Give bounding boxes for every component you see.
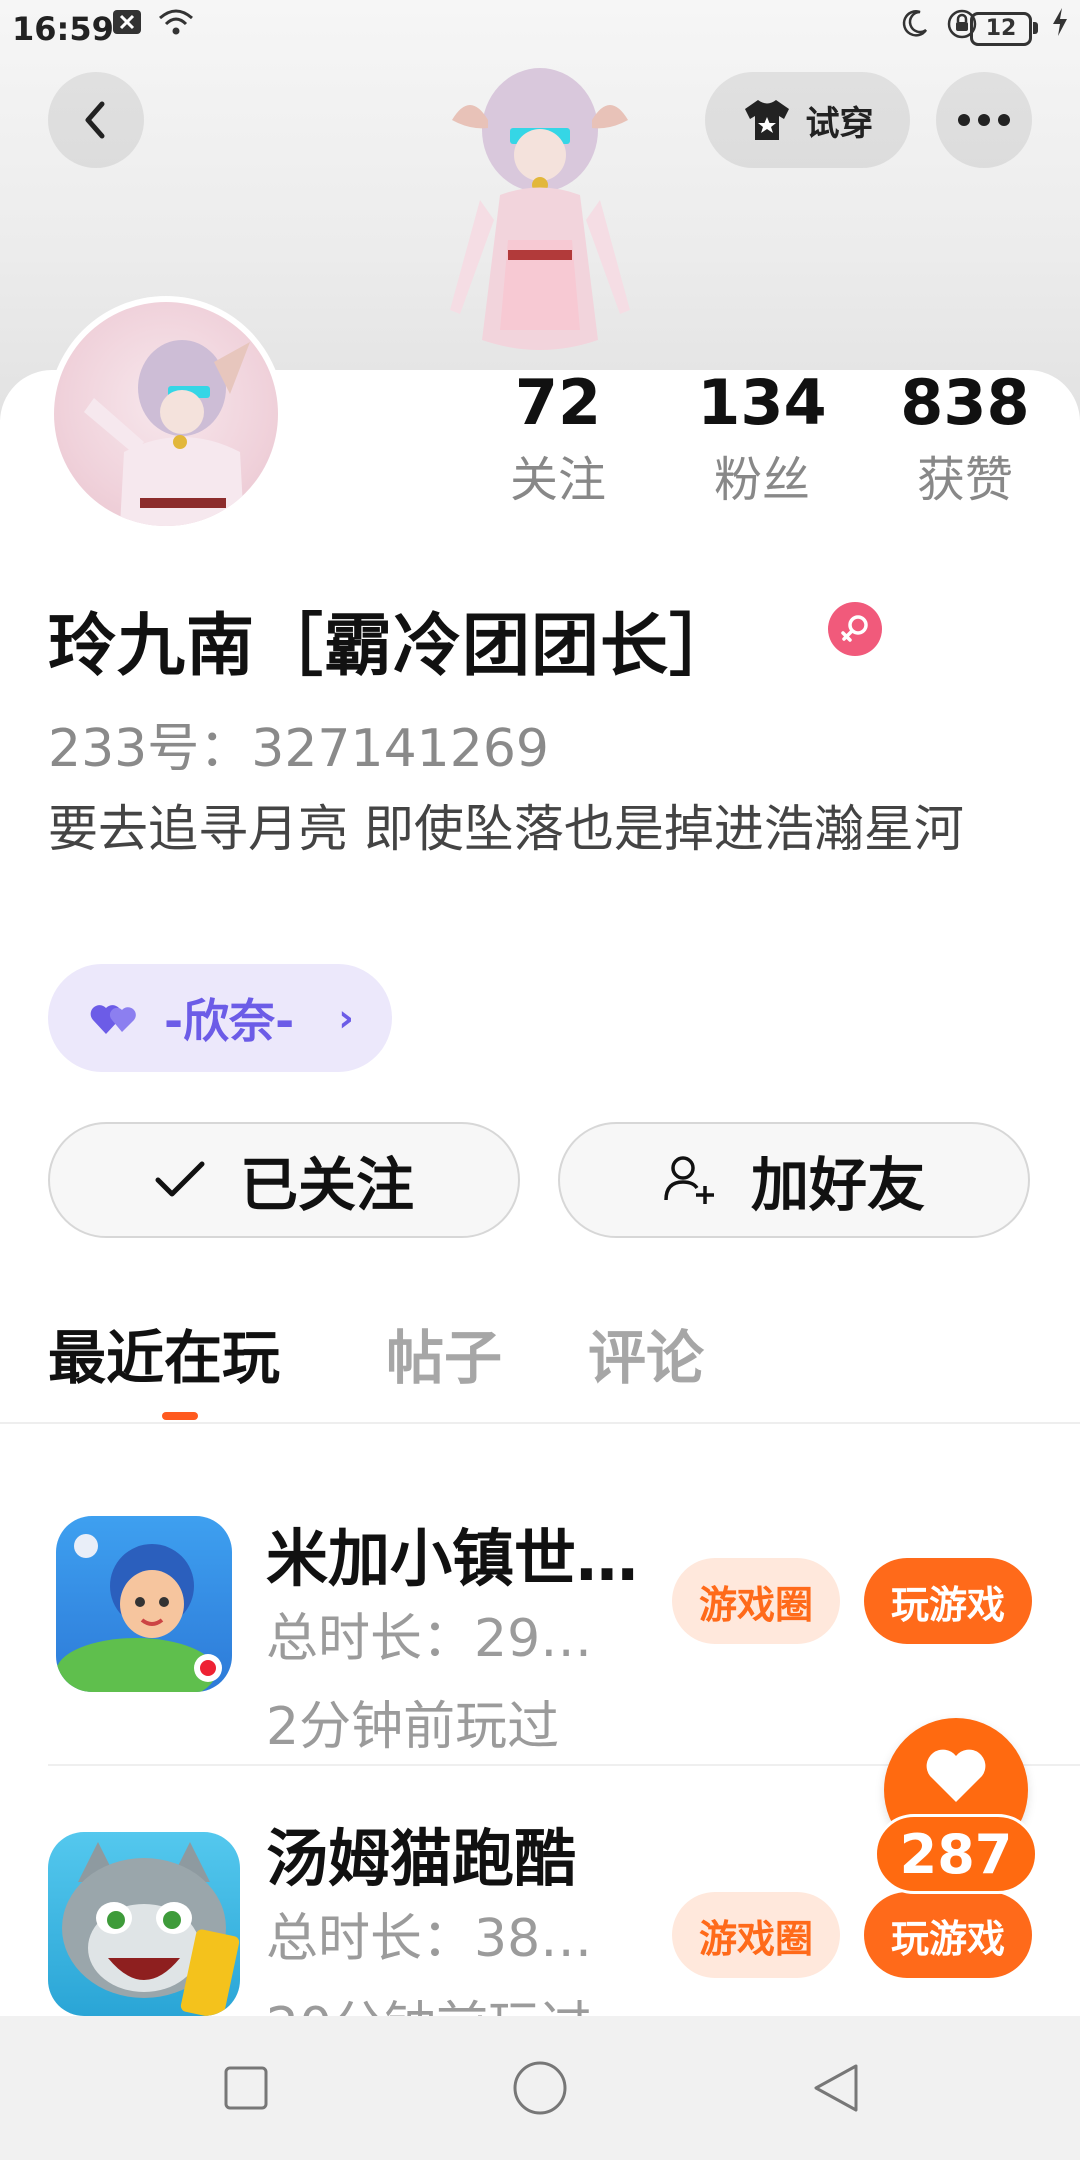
game-icon-miga xyxy=(56,1516,232,1692)
cp-tag-button[interactable]: -欣奈- › xyxy=(48,964,392,1072)
stat-fans[interactable]: 134 粉丝 xyxy=(682,365,842,513)
tab-recently-played[interactable]: 最近在玩 xyxy=(48,1318,280,1398)
chevron-right-icon: › xyxy=(338,996,354,1040)
add-user-icon xyxy=(664,1156,714,1204)
tab-comments[interactable]: 评论 xyxy=(588,1318,704,1398)
system-nav-bar xyxy=(0,2016,1080,2160)
game-duration: 总时长：29… xyxy=(266,1609,593,1669)
game-last-played: 20分钟前玩过 xyxy=(266,1984,592,2016)
back-button[interactable] xyxy=(48,72,144,168)
status-time: 16:59 xyxy=(12,10,114,48)
nav-recents-button[interactable] xyxy=(216,2058,276,2118)
more-button[interactable] xyxy=(936,72,1032,168)
circle-icon xyxy=(513,2061,567,2115)
triangle-back-icon xyxy=(814,2064,858,2112)
moon-icon xyxy=(900,8,930,46)
game-duration: 总时长：38… xyxy=(266,1909,593,1969)
check-icon xyxy=(155,1161,205,1197)
charging-icon xyxy=(1050,6,1070,46)
cp-tag-label: -欣奈- xyxy=(164,994,295,1048)
game-circle-button[interactable]: 游戏圈 xyxy=(672,1558,840,1644)
wifi-icon xyxy=(158,8,194,44)
stat-following[interactable]: 72 关注 xyxy=(478,365,638,513)
stat-likes-value: 838 xyxy=(900,366,1030,439)
add-friend-label: 加好友 xyxy=(750,1151,925,1219)
play-game-button[interactable]: 玩游戏 xyxy=(864,1892,1032,1978)
avatar-image xyxy=(84,340,250,526)
female-icon xyxy=(828,602,882,656)
game-last-played: 2分钟前玩过 xyxy=(266,1697,560,1757)
nav-home-button[interactable] xyxy=(510,2058,570,2118)
list-item[interactable]: 米加小镇世… 总时长：29… 2分钟前玩过 游戏圈 玩游戏 xyxy=(0,1440,1080,1757)
double-heart-icon xyxy=(90,1005,136,1034)
stat-likes[interactable]: 838 获赞 xyxy=(885,365,1045,513)
tab-posts[interactable]: 帖子 xyxy=(386,1318,502,1398)
add-friend-button[interactable]: 加好友 xyxy=(558,1122,1030,1238)
character-figure xyxy=(450,68,630,350)
tabs-divider xyxy=(0,1422,1080,1424)
game-title: 米加小镇世… xyxy=(266,1522,639,1595)
profile-name: 玲九南［霸冷团团长］ xyxy=(48,607,739,686)
game-title: 汤姆猫跑酷 xyxy=(266,1822,577,1895)
user-id: 233号：327141269 xyxy=(48,719,550,779)
play-game-button[interactable]: 玩游戏 xyxy=(864,1558,1032,1644)
stat-fans-label: 粉丝 xyxy=(713,452,810,508)
status-bar: 16:59 12 xyxy=(0,0,1080,56)
notification-icon xyxy=(112,8,142,44)
stat-following-value: 72 xyxy=(514,366,602,439)
battery-indicator: 12 xyxy=(970,12,1038,46)
game-icon-tom-cat xyxy=(48,1832,240,2016)
stat-fans-value: 134 xyxy=(697,366,827,439)
profile-bio: 要去追寻月亮 即使坠落也是掉进浩瀚星河 xyxy=(48,800,964,858)
stat-following-label: 关注 xyxy=(509,452,606,508)
nav-back-button[interactable] xyxy=(806,2058,866,2118)
profile-tabs: 最近在玩 帖子 评论 xyxy=(0,1318,1080,1420)
tshirt-icon xyxy=(744,100,789,140)
chevron-left-icon xyxy=(85,101,105,139)
more-dots-icon xyxy=(958,114,1010,126)
heart-icon xyxy=(926,1749,986,1802)
avatar[interactable] xyxy=(48,296,284,532)
try-on-label: 试穿 xyxy=(805,103,874,144)
like-count: 287 xyxy=(874,1814,1038,1894)
stat-likes-label: 获赞 xyxy=(916,452,1013,508)
tab-active-indicator xyxy=(162,1412,198,1420)
following-button[interactable]: 已关注 xyxy=(48,1122,520,1238)
following-label: 已关注 xyxy=(239,1151,414,1219)
try-on-button[interactable]: 试穿 xyxy=(705,72,910,168)
square-icon xyxy=(224,2066,268,2110)
game-circle-button[interactable]: 游戏圈 xyxy=(672,1892,840,1978)
